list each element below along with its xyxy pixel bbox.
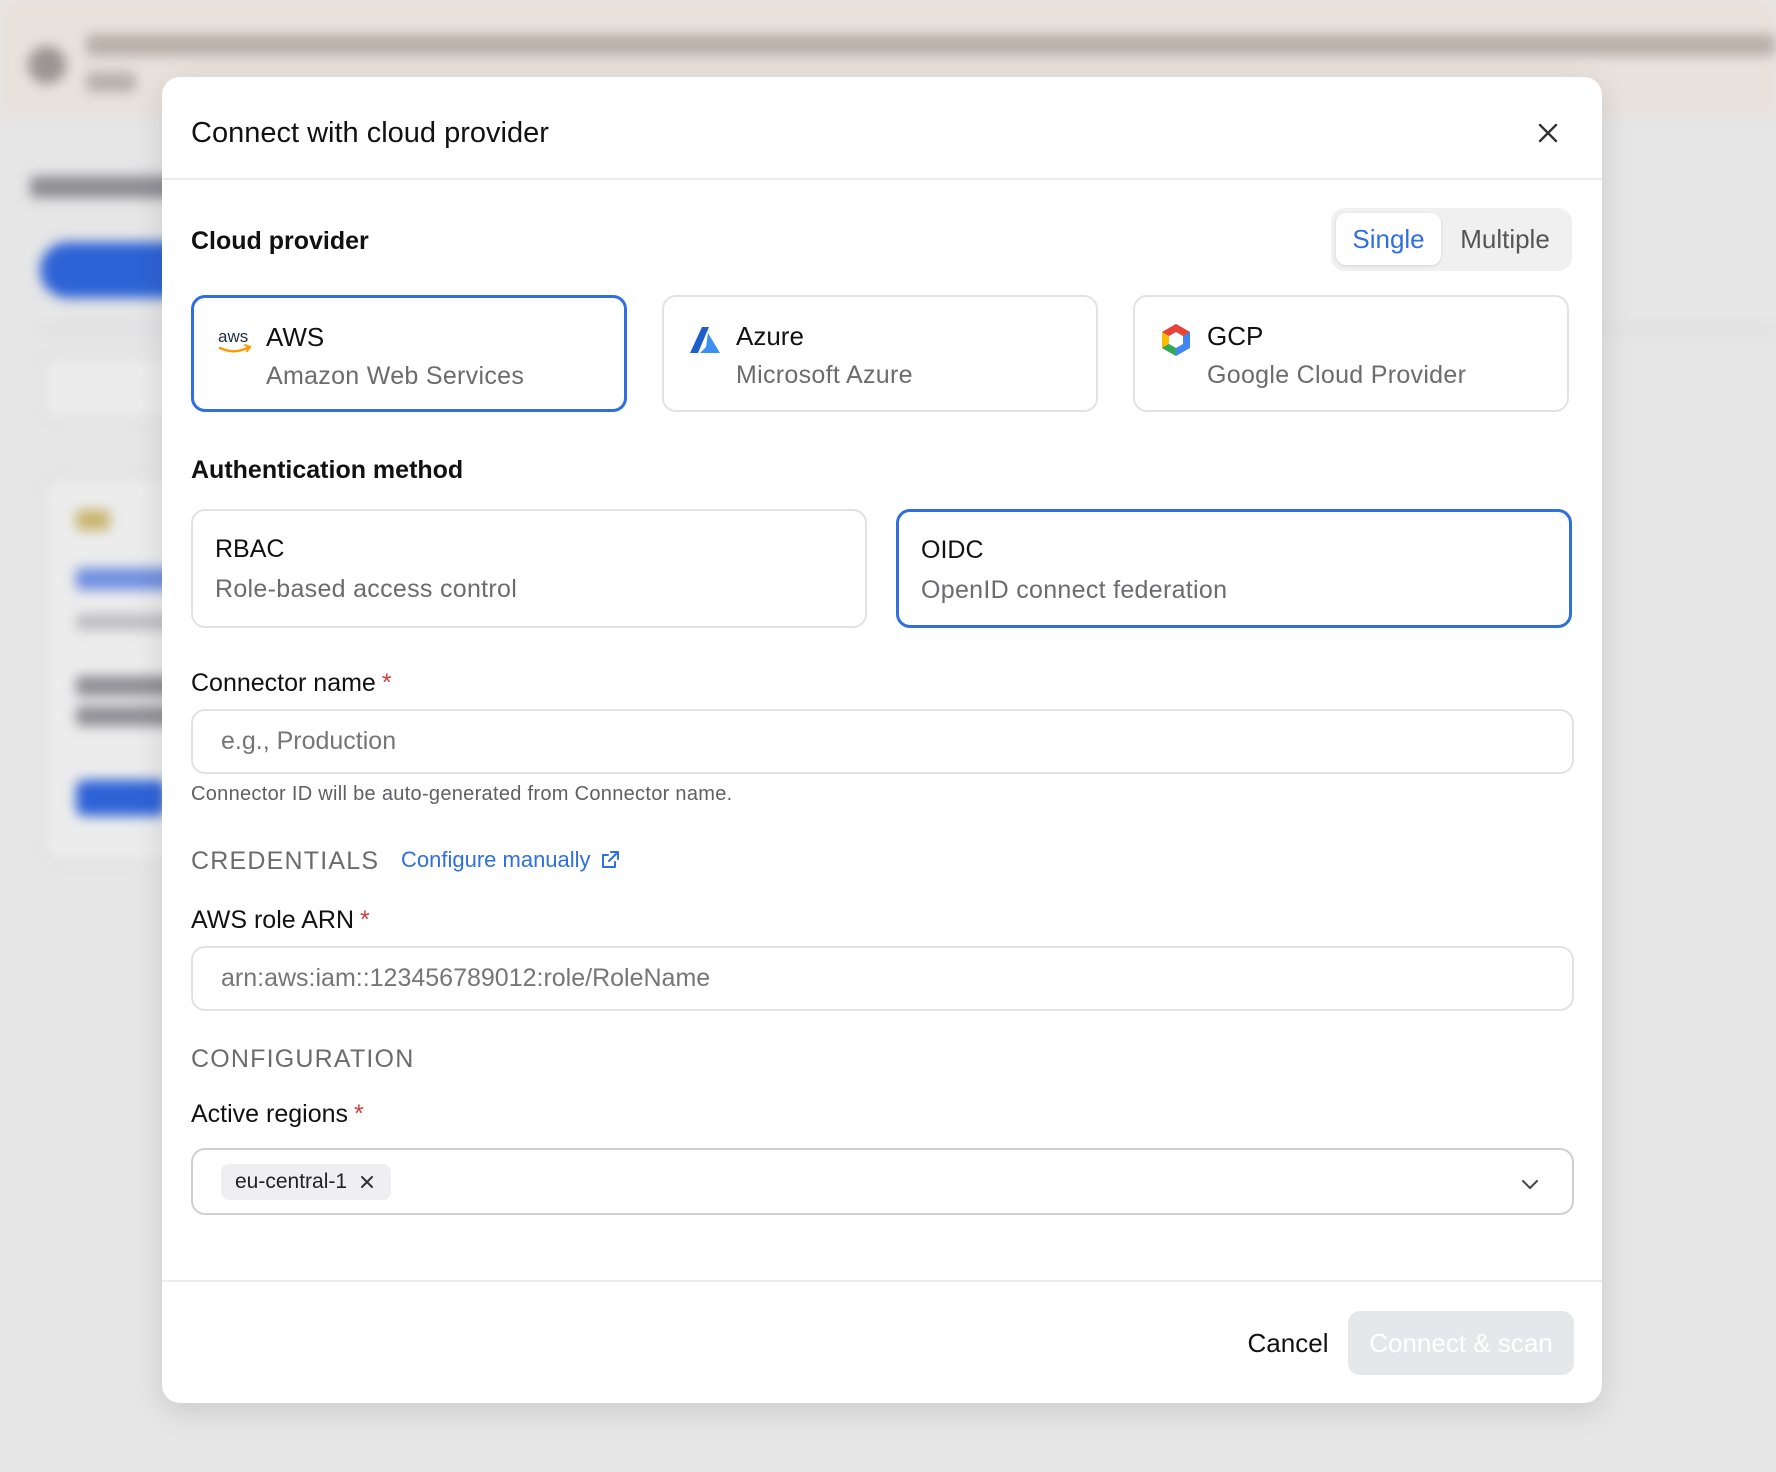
authentication-method-label: Authentication method [191, 456, 464, 484]
background-banner-icon [28, 46, 66, 84]
provider-mode-toggle: Single Multiple [1331, 208, 1572, 271]
provider-card-azure[interactable]: Azure Microsoft Azure [662, 295, 1098, 412]
provider-description: Amazon Web Services [266, 362, 525, 390]
aws-role-arn-input[interactable] [191, 946, 1574, 1011]
background-page-title [30, 176, 180, 198]
aws-role-arn-label: AWS role ARN * [191, 906, 370, 934]
provider-description: Google Cloud Provider [1207, 361, 1467, 389]
credentials-heading: CREDENTIALS [191, 847, 380, 875]
required-mark: * [354, 1100, 364, 1128]
region-chip-label: eu-central-1 [235, 1170, 348, 1193]
configure-manually-link[interactable]: Configure manually [401, 847, 621, 873]
modal-title: Connect with cloud provider [191, 117, 549, 149]
connector-name-input[interactable] [191, 709, 1574, 774]
connect-and-scan-button[interactable]: Connect & scan [1348, 1311, 1574, 1375]
footer-divider [162, 1280, 1602, 1282]
close-button[interactable] [1528, 113, 1568, 153]
required-mark: * [381, 669, 392, 697]
external-link-icon [601, 851, 619, 868]
auth-card-rbac[interactable]: RBAC Role-based access control [191, 509, 867, 628]
provider-name: AWS [266, 322, 325, 352]
connector-name-hint: Connector ID will be auto-generated from… [191, 783, 733, 805]
cancel-button[interactable]: Cancel [1213, 1311, 1363, 1375]
configuration-heading: CONFIGURATION [191, 1045, 415, 1073]
close-icon [1538, 123, 1558, 143]
provider-description: Microsoft Azure [736, 361, 913, 389]
modal-header: Connect with cloud provider [162, 77, 1602, 180]
active-regions-label: Active regions * [191, 1100, 364, 1128]
auth-method-name: OIDC [921, 536, 984, 564]
auth-method-name: RBAC [215, 535, 285, 563]
chevron-down-icon [1522, 1180, 1538, 1189]
region-chip: eu-central-1 [221, 1164, 392, 1200]
auth-card-oidc[interactable]: OIDC OpenID connect federation [896, 509, 1572, 628]
toggle-single[interactable]: Single [1336, 213, 1441, 265]
provider-card-aws[interactable]: aws AWS Amazon Web Services [191, 295, 627, 412]
gcp-logo-icon [1157, 321, 1195, 359]
provider-name: Azure [736, 321, 804, 351]
active-regions-select[interactable]: eu-central-1 [191, 1148, 1574, 1215]
remove-chip-icon[interactable] [357, 1172, 377, 1192]
connect-cloud-provider-modal: Connect with cloud provider Cloud provid… [162, 77, 1602, 1403]
auth-method-description: Role-based access control [215, 575, 518, 603]
connector-name-label: Connector name * [191, 669, 392, 697]
azure-logo-icon [686, 321, 724, 359]
provider-card-gcp[interactable]: GCP Google Cloud Provider [1133, 295, 1569, 412]
cloud-provider-label: Cloud provider [191, 227, 369, 255]
svg-text:aws: aws [218, 327, 248, 346]
required-mark: * [360, 906, 370, 934]
provider-name: GCP [1207, 321, 1264, 351]
toggle-multiple[interactable]: Multiple [1443, 213, 1567, 265]
aws-logo-icon: aws [216, 322, 254, 360]
auth-method-description: OpenID connect federation [921, 576, 1228, 604]
